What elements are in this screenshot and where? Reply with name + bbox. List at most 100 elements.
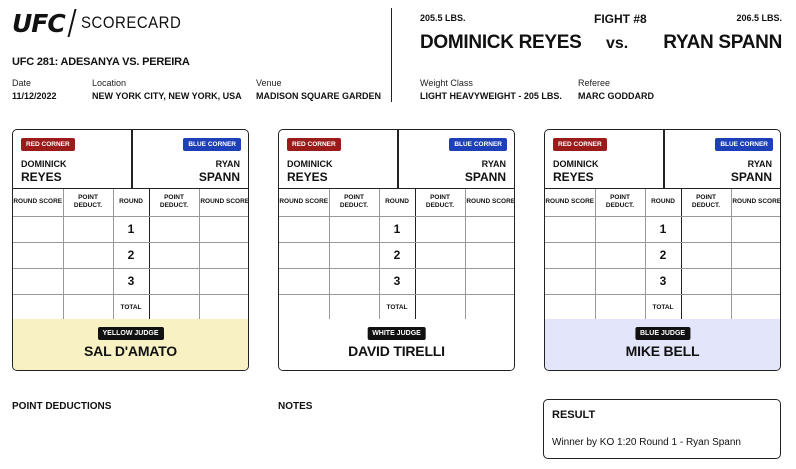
red-score-cell[interactable]: [279, 215, 330, 243]
blue-total-spacer: [199, 293, 248, 321]
round-number: 1: [378, 215, 416, 243]
table-row: 3: [13, 267, 248, 295]
table-row: 3: [279, 267, 514, 295]
blue-round-score-header: ROUND SCORE: [730, 189, 780, 217]
red-score-cell[interactable]: [545, 215, 596, 243]
red-fighter-first-name: DOMINICK: [287, 159, 333, 169]
red-score-cell[interactable]: [13, 267, 64, 295]
blue-deduct-cell[interactable]: [680, 215, 732, 243]
header-divider: [391, 8, 392, 102]
venue-value: MADISON SQUARE GARDEN: [256, 91, 382, 101]
red-fighter-first-name: DOMINICK: [21, 159, 67, 169]
blue-total-cell[interactable]: [414, 293, 466, 321]
round-number: 2: [378, 241, 416, 269]
score-table-header: ROUND SCORE POINT DEDUCT. ROUND POINT DE…: [279, 189, 514, 217]
total-row: TOTAL: [279, 293, 514, 321]
round-number: 2: [112, 241, 150, 269]
blue-deduct-cell[interactable]: [148, 215, 200, 243]
total-row: TOTAL: [13, 293, 248, 321]
blue-deduct-cell[interactable]: [680, 267, 732, 295]
red-total-cell[interactable]: [594, 293, 646, 321]
blue-fighter-last-name: SPANN: [198, 170, 240, 184]
blue-deduct-cell[interactable]: [680, 241, 732, 269]
judge-name: SAL D'AMATO: [84, 343, 177, 359]
card-header: RED CORNER BLUE CORNER DOMINICK REYES RY…: [13, 130, 248, 189]
round-number: 1: [644, 215, 682, 243]
judge-tag: BLUE JUDGE: [634, 327, 691, 340]
blue-score-cell[interactable]: [464, 215, 514, 243]
red-fighter-last-name: REYES: [553, 170, 594, 184]
table-row: 2: [279, 241, 514, 269]
table-row: 2: [13, 241, 248, 269]
red-corner-badge: RED CORNER: [287, 138, 341, 151]
result-heading: RESULT: [552, 409, 596, 421]
blue-score-cell[interactable]: [730, 215, 780, 243]
blue-round-score-header: ROUND SCORE: [464, 189, 514, 217]
red-round-score-header: ROUND SCORE: [279, 189, 330, 217]
red-deduct-cell[interactable]: [328, 241, 380, 269]
red-deduct-cell[interactable]: [328, 215, 380, 243]
corner-divider: [397, 130, 399, 189]
total-label: TOTAL: [112, 293, 150, 321]
red-score-cell[interactable]: [545, 241, 596, 269]
red-score-cell[interactable]: [13, 241, 64, 269]
table-row: 1: [279, 215, 514, 243]
blue-score-cell[interactable]: [464, 267, 514, 295]
red-fighter-weight: 205.5 LBS.: [420, 13, 466, 23]
round-header: ROUND: [112, 189, 150, 217]
red-total-spacer: [13, 293, 63, 321]
red-score-cell[interactable]: [13, 215, 64, 243]
corner-divider: [131, 130, 133, 189]
judge-scorecard-2: RED CORNER BLUE CORNER DOMINICK REYES RY…: [278, 129, 515, 371]
logo-subtitle: SCORECARD: [80, 13, 182, 32]
blue-score-cell[interactable]: [198, 215, 248, 243]
blue-total-cell[interactable]: [680, 293, 732, 321]
blue-deduct-cell[interactable]: [148, 267, 200, 295]
blue-point-deduct-header: POINT DEDUCT.: [414, 189, 466, 217]
red-deduct-cell[interactable]: [62, 267, 114, 295]
ufc-logo: UFC SCORECARD: [12, 8, 195, 38]
round-number: 3: [378, 267, 416, 295]
red-deduct-cell[interactable]: [328, 267, 380, 295]
blue-score-cell[interactable]: [730, 267, 780, 295]
blue-score-cell[interactable]: [198, 267, 248, 295]
location-value: NEW YORK CITY, NEW YORK, USA: [92, 91, 242, 101]
blue-total-cell[interactable]: [148, 293, 200, 321]
red-total-cell[interactable]: [328, 293, 380, 321]
blue-fighter-weight: 206.5 LBS.: [736, 13, 782, 23]
logo-wordmark: UFC: [12, 8, 66, 38]
red-deduct-cell[interactable]: [594, 241, 646, 269]
blue-score-cell[interactable]: [464, 241, 514, 269]
table-row: 1: [545, 215, 780, 243]
fight-number: FIGHT #8: [594, 12, 647, 26]
blue-fighter-first-name: RYAN: [481, 159, 506, 169]
red-deduct-cell[interactable]: [62, 215, 114, 243]
location-label: Location: [92, 78, 127, 88]
blue-round-score-header: ROUND SCORE: [198, 189, 248, 217]
red-score-cell[interactable]: [279, 241, 330, 269]
result-text: Winner by KO 1:20 Round 1 - Ryan Spann: [552, 437, 741, 448]
red-total-spacer: [279, 293, 329, 321]
blue-fighter-first-name: RYAN: [215, 159, 240, 169]
blue-total-spacer: [465, 293, 514, 321]
blue-score-cell[interactable]: [730, 241, 780, 269]
red-round-score-header: ROUND SCORE: [545, 189, 596, 217]
red-deduct-cell[interactable]: [594, 267, 646, 295]
score-table-header: ROUND SCORE POINT DEDUCT. ROUND POINT DE…: [545, 189, 780, 217]
logo-divider: [67, 9, 77, 37]
round-number: 1: [112, 215, 150, 243]
blue-deduct-cell[interactable]: [414, 241, 466, 269]
blue-deduct-cell[interactable]: [414, 215, 466, 243]
blue-deduct-cell[interactable]: [148, 241, 200, 269]
red-score-cell[interactable]: [279, 267, 330, 295]
red-score-cell[interactable]: [545, 267, 596, 295]
notes-heading: NOTES: [278, 401, 313, 412]
judge-name: MIKE BELL: [625, 343, 700, 359]
red-total-cell[interactable]: [62, 293, 114, 321]
blue-deduct-cell[interactable]: [414, 267, 466, 295]
judge-name: DAVID TIRELLI: [348, 343, 445, 359]
blue-score-cell[interactable]: [198, 241, 248, 269]
red-deduct-cell[interactable]: [62, 241, 114, 269]
red-point-deduct-header: POINT DEDUCT.: [62, 189, 114, 217]
red-deduct-cell[interactable]: [594, 215, 646, 243]
